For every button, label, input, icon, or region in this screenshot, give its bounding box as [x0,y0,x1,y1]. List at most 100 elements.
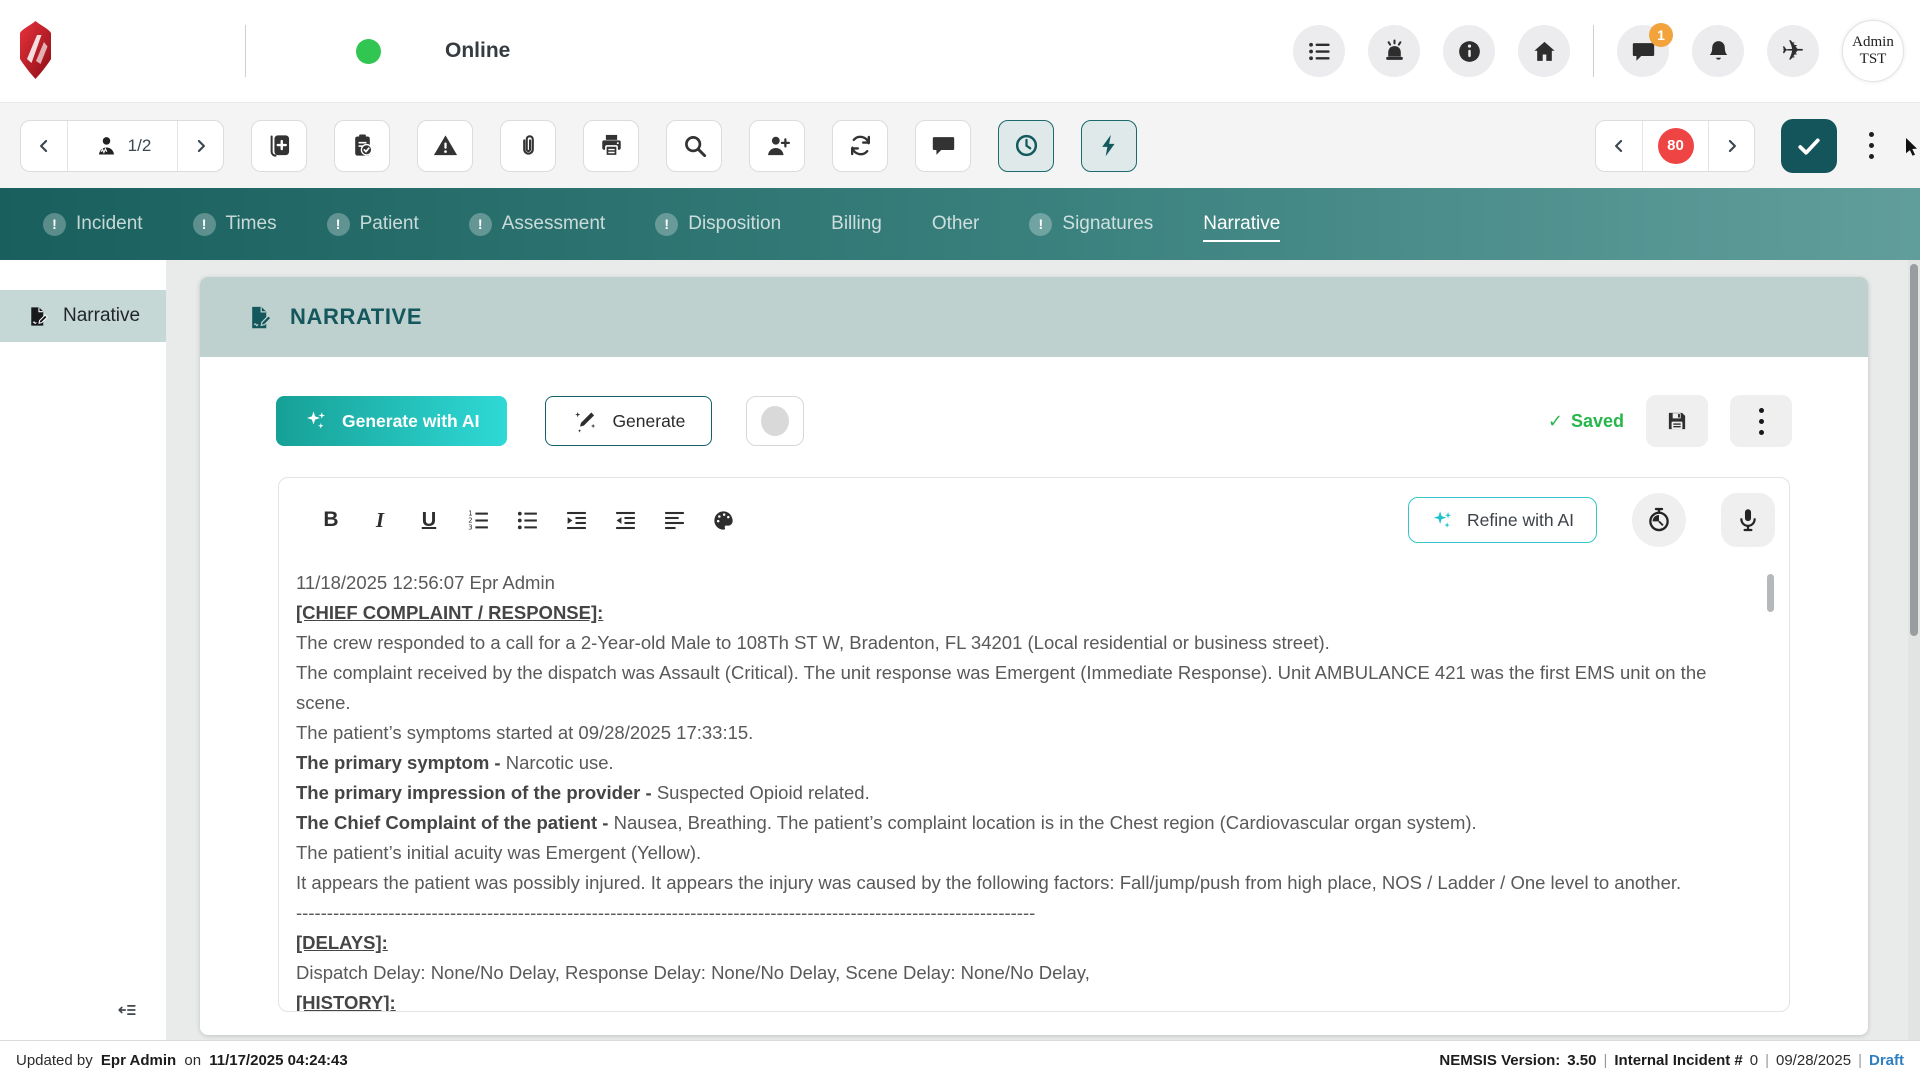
prev-error-button[interactable] [1596,121,1642,171]
toolbar-more-button[interactable] [1863,126,1880,165]
saved-check-glyph: ✓ [1548,411,1563,432]
updated-timestamp: 11/17/2025 04:24:43 [209,1052,347,1069]
record-indicator[interactable]: 1/2 [67,121,177,171]
panel-more-button[interactable] [1730,395,1792,447]
tab-times[interactable]: !Times [193,213,277,236]
text-color-button[interactable] [705,502,741,538]
alert-icon: ! [43,213,66,236]
tab-narrative[interactable]: Narrative [1203,213,1280,235]
sidebar: Narrative [0,260,166,1040]
svg-text:3: 3 [468,523,472,531]
header-divider [245,25,246,77]
validation-count[interactable]: 80 [1642,121,1708,171]
tab-billing[interactable]: Billing [831,213,882,235]
notifications-button[interactable] [1692,25,1744,77]
patient-icon [94,133,119,158]
kebab-icon [1753,402,1770,441]
prev-record-button[interactable] [21,121,67,171]
page-scrollbar[interactable] [1908,260,1920,1040]
narrative-line: The primary symptom - Narcotic use. [296,748,1759,778]
check-icon [1794,131,1824,161]
add-record-button[interactable] [251,120,307,172]
messages-button[interactable]: 1 [1617,25,1669,77]
bullet-list-button[interactable] [509,502,545,538]
add-personnel-button[interactable] [749,120,805,172]
run-list-button[interactable] [1293,25,1345,77]
page-scrollbar-thumb[interactable] [1910,264,1918,636]
quick-actions-button[interactable] [1081,120,1137,172]
app-logo-icon [17,21,54,79]
incident-label: Internal Incident # [1614,1052,1742,1069]
alert-icon: ! [193,213,216,236]
tab-signatures[interactable]: !Signatures [1029,213,1153,236]
tab-other[interactable]: Other [932,213,980,235]
lightning-icon [1096,132,1123,159]
nemsis-value: 3.50 [1567,1052,1596,1069]
timer-button[interactable] [1632,493,1686,547]
info-button[interactable] [1443,25,1495,77]
panel-title: NARRATIVE [290,304,422,330]
comments-button[interactable] [915,120,971,172]
user-avatar[interactable]: Admin TST [1842,20,1904,82]
italic-button[interactable]: I [362,502,398,538]
generate-button[interactable]: Generate [545,396,712,446]
tab-patient[interactable]: !Patient [327,213,419,236]
editor-scrollbar-thumb[interactable] [1767,574,1774,612]
search-button[interactable] [666,120,722,172]
user-name-line2: TST [1860,51,1887,68]
next-record-button[interactable] [177,121,223,171]
plane-icon: ✈ [1781,37,1804,65]
narrative-line: The Chief Complaint of the patient - Nau… [296,808,1759,838]
refine-with-ai-button[interactable]: Refine with AI [1408,497,1597,543]
home-button[interactable] [1518,25,1570,77]
info-icon [1456,38,1483,65]
warnings-button[interactable] [417,120,473,172]
report-state-badge[interactable]: Draft [1869,1052,1904,1069]
sidebar-item-narrative[interactable]: Narrative [0,290,166,342]
align-left-button[interactable] [656,502,692,538]
sync-icon [847,132,874,159]
narrative-actions-row: Generate with AI Generate ✓ Saved [276,395,1792,447]
alert-icon: ! [327,213,350,236]
narrative-line: The complaint received by the dispatch w… [296,658,1759,718]
saved-status: ✓ Saved [1548,411,1624,432]
add-record-icon [266,132,293,159]
clipboard-check-icon [349,132,376,159]
chevron-right-icon [191,136,211,156]
indent-button[interactable] [558,502,594,538]
narrative-line: ----------------------------------------… [296,898,1759,928]
online-status-dot [356,39,381,64]
palette-icon [711,508,736,533]
generate-with-ai-button[interactable]: Generate with AI [276,396,507,446]
transfer-record-button[interactable] [334,120,390,172]
validate-button[interactable] [1781,119,1837,173]
document-edit-icon [26,305,49,328]
print-button[interactable] [583,120,639,172]
sync-button[interactable] [832,120,888,172]
narrative-text-area[interactable]: 11/18/2025 12:56:07 Epr Admin[CHIEF COMP… [279,562,1789,1011]
narrative-line: Dispatch Delay: None/No Delay, Response … [296,958,1759,988]
underline-button[interactable]: U [411,502,447,538]
messages-badge: 1 [1649,23,1673,47]
attachments-button[interactable] [500,120,556,172]
tab-disposition[interactable]: !Disposition [655,213,781,236]
record-toggle-button[interactable] [746,396,804,446]
active-incidents-button[interactable] [1368,25,1420,77]
save-button[interactable] [1646,395,1708,447]
dictate-button[interactable] [1721,493,1775,547]
times-button[interactable] [998,120,1054,172]
sidebar-collapse-button[interactable] [116,999,138,1024]
chevron-right-icon [1722,136,1742,156]
status-bar: Updated by Epr Admin on 11/17/2025 04:24… [0,1040,1920,1080]
top-header: Online 1 ✈ [0,0,1920,102]
sparkles-icon [1431,509,1454,532]
next-error-button[interactable] [1708,121,1754,171]
tab-incident[interactable]: !Incident [43,213,143,236]
flight-mode-button[interactable]: ✈ [1767,25,1819,77]
bold-button[interactable]: B [313,502,349,538]
section-tabs: !Incident !Times !Patient !Assessment !D… [0,188,1920,260]
tab-assessment[interactable]: !Assessment [469,213,605,236]
ordered-list-button[interactable]: 123 [460,502,496,538]
outdent-button[interactable] [607,502,643,538]
kebab-icon [1869,132,1874,137]
